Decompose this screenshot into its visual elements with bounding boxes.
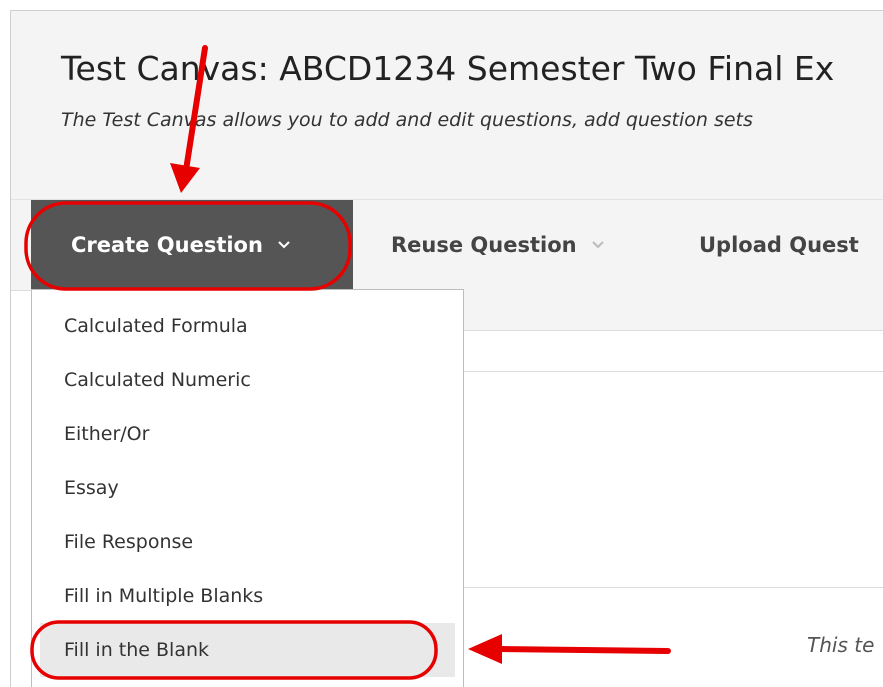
reuse-question-label: Reuse Question: [391, 233, 577, 257]
menu-item-either-or[interactable]: Either/Or: [32, 407, 463, 461]
create-question-button[interactable]: Create Question: [31, 200, 353, 290]
menu-item-essay[interactable]: Essay: [32, 461, 463, 515]
menu-item-calculated-formula[interactable]: Calculated Formula: [32, 299, 463, 353]
page-header: Test Canvas: ABCD1234 Semester Two Final…: [11, 11, 883, 199]
action-bar: Create Question Reuse Question Upload Qu…: [11, 199, 883, 291]
upload-questions-button[interactable]: Upload Quest: [699, 200, 859, 290]
create-question-label: Create Question: [71, 233, 263, 257]
reuse-question-button[interactable]: Reuse Question: [391, 200, 605, 290]
divider: [463, 587, 883, 588]
menu-item-fill-in-multiple-blanks[interactable]: Fill in Multiple Blanks: [32, 569, 463, 623]
chevron-down-icon: [591, 241, 604, 249]
menu-item-file-response[interactable]: File Response: [32, 515, 463, 569]
create-question-menu: Calculated Formula Calculated Numeric Ei…: [31, 289, 464, 687]
content-toolbar: [463, 290, 883, 331]
content-note: This te: [807, 633, 875, 657]
divider: [463, 371, 883, 372]
chevron-down-icon: [278, 241, 290, 249]
page-subtitle: The Test Canvas allows you to add and ed…: [61, 109, 753, 131]
test-canvas-page: Test Canvas: ABCD1234 Semester Two Final…: [10, 10, 883, 687]
page-title: Test Canvas: ABCD1234 Semester Two Final…: [61, 49, 835, 88]
upload-questions-label: Upload Quest: [699, 233, 859, 257]
menu-item-calculated-numeric[interactable]: Calculated Numeric: [32, 353, 463, 407]
menu-item-fill-in-the-blank[interactable]: Fill in the Blank: [40, 623, 455, 677]
